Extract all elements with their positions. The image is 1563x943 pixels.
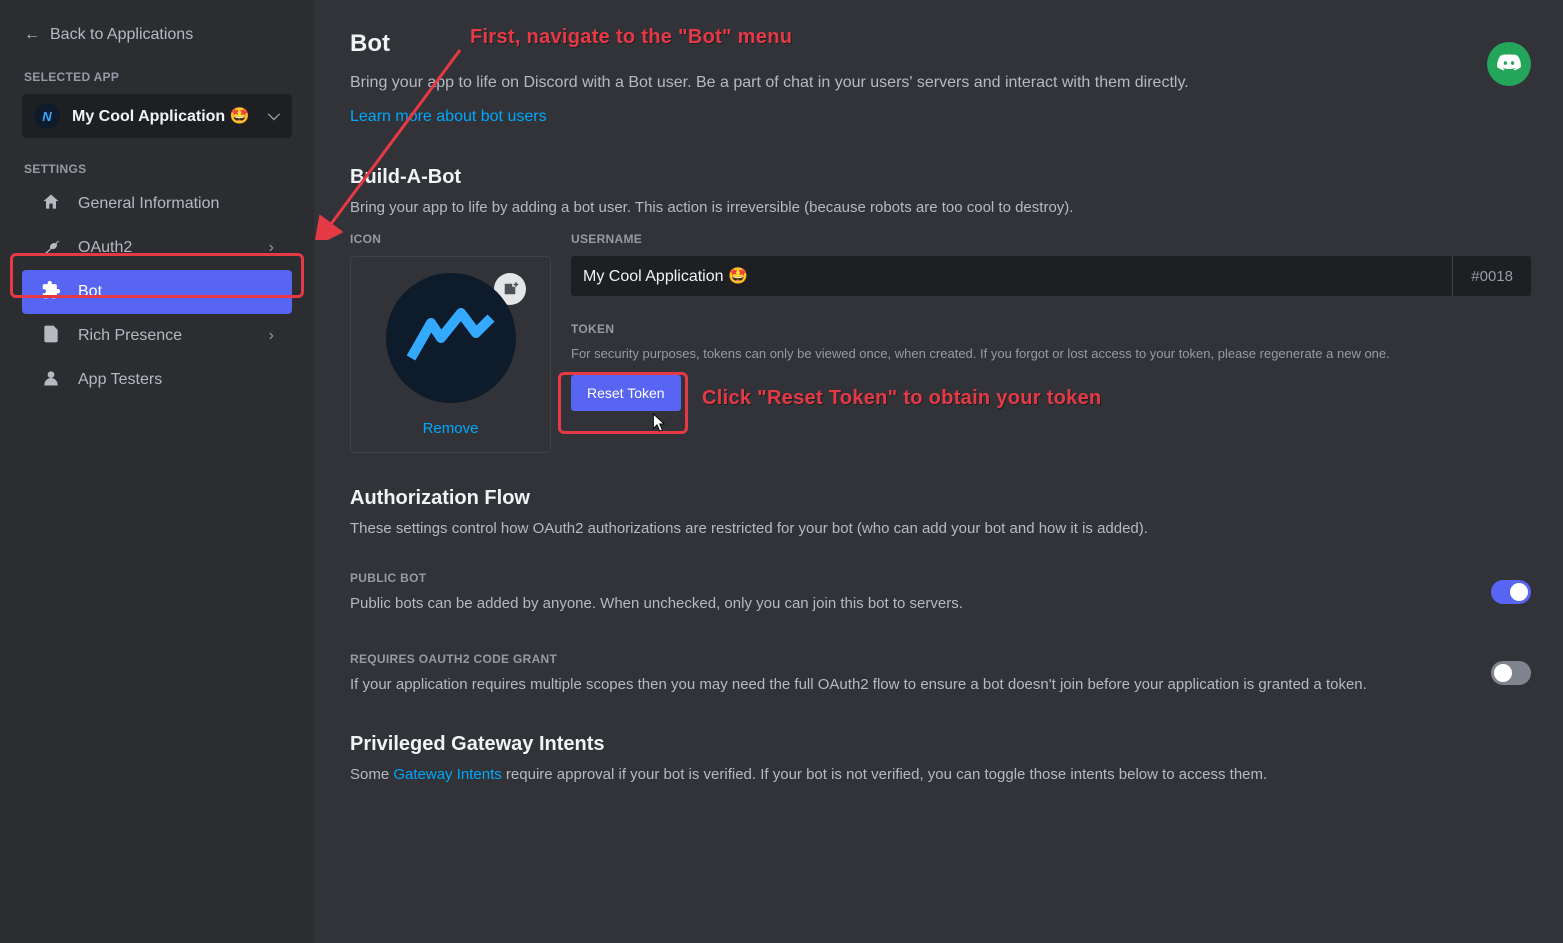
remove-icon-link[interactable]: Remove [423,420,479,437]
home-icon [40,192,62,217]
privileged-intents-title: Privileged Gateway Intents [350,733,1531,756]
sidebar: ← Back to Applications SELECTED APP N My… [0,0,314,943]
sidebar-item-label: Bot [78,283,102,301]
reset-token-button[interactable]: Reset Token [571,375,681,411]
privileged-intents-description: Some Gateway Intents require approval if… [350,764,1531,785]
app-mini-icon: N [34,103,60,129]
authorization-flow-description: These settings control how OAuth2 author… [350,518,1531,539]
back-label: Back to Applications [50,26,193,44]
username-label: USERNAME [571,232,1531,246]
sidebar-item-app-testers[interactable]: App Testers [22,358,292,402]
oauth2-code-grant-label: REQUIRES OAUTH2 CODE GRANT [350,652,1461,666]
sidebar-item-label: App Testers [78,371,162,389]
page-subtitle: Bring your app to life on Discord with a… [350,72,1531,94]
chevron-down-icon: ⌵ [268,107,280,125]
oauth2-code-grant-description: If your application requires multiple sc… [350,676,1461,693]
username-column: USERNAME #0018 TOKEN For security purpos… [571,232,1531,453]
public-bot-description: Public bots can be added by anyone. When… [350,595,1461,612]
token-label: TOKEN [571,322,1531,336]
build-a-bot-title: Build-A-Bot [350,166,1531,189]
icon-column: ICON Remove [350,232,551,453]
public-bot-label: PUBLIC BOT [350,571,1461,585]
back-to-applications[interactable]: ← Back to Applications [8,18,306,52]
person-icon [40,368,62,393]
sidebar-item-label: General Information [78,195,219,213]
arrow-left-icon: ← [24,26,40,44]
sidebar-item-rich-presence[interactable]: Rich Presence › [22,314,292,358]
learn-more-link[interactable]: Learn more about bot users [350,108,1531,126]
sidebar-item-oauth2[interactable]: OAuth2 › [22,226,292,270]
sidebar-item-general-information[interactable]: General Information [22,182,292,226]
discriminator: #0018 [1452,256,1531,296]
bot-icon-uploader[interactable]: Remove [350,256,551,453]
discord-logo-button[interactable] [1487,42,1531,86]
build-a-bot-description: Bring your app to life by adding a bot u… [350,197,1531,218]
wrench-icon [40,236,62,261]
username-input[interactable] [571,256,1452,296]
icon-label: ICON [350,232,551,246]
bot-avatar [386,273,516,403]
chevron-right-icon: › [269,327,274,345]
main-content: Bot Bring your app to life on Discord wi… [314,0,1563,943]
public-bot-toggle[interactable] [1491,580,1531,604]
page-title: Bot [350,30,1531,58]
puzzle-icon [40,280,62,305]
discord-logo-icon [1496,51,1522,77]
chevron-right-icon: › [269,239,274,257]
sidebar-item-label: OAuth2 [78,239,132,257]
app-name: My Cool Application 🤩 [72,106,250,126]
authorization-flow-title: Authorization Flow [350,487,1531,510]
selected-app-heading: SELECTED APP [8,52,306,90]
app-selector[interactable]: N My Cool Application 🤩 ⌵ [22,94,292,138]
gateway-intents-link[interactable]: Gateway Intents [393,766,501,783]
token-note: For security purposes, tokens can only b… [571,346,1531,361]
sidebar-item-bot[interactable]: Bot [22,270,292,314]
document-icon [40,324,62,349]
settings-heading: SETTINGS [8,144,306,182]
sidebar-item-label: Rich Presence [78,327,182,345]
oauth2-code-grant-toggle[interactable] [1491,661,1531,685]
